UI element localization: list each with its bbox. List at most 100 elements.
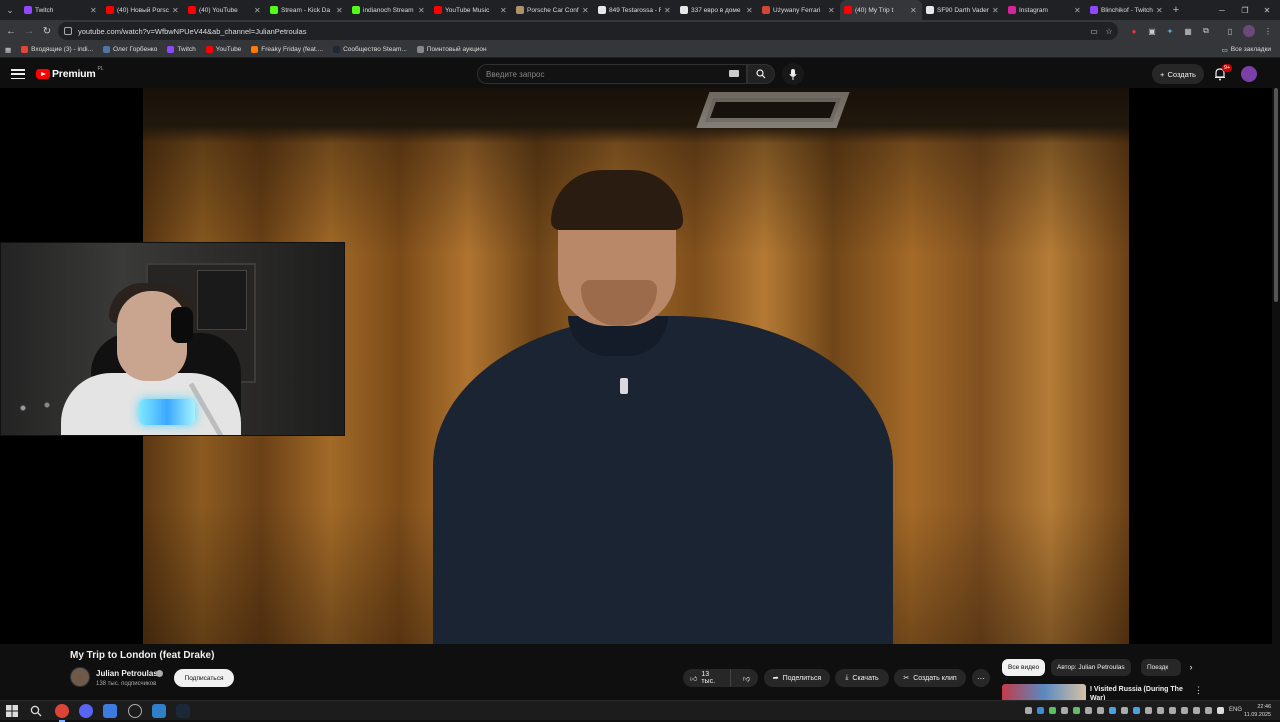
account-avatar[interactable] [1241, 66, 1257, 82]
new-tab-button[interactable]: + [1168, 0, 1184, 20]
tray-icon-11[interactable] [1145, 707, 1152, 714]
bookmark-item[interactable]: Входящие (3) - indi... [16, 46, 98, 53]
language-indicator[interactable]: ENG [1229, 707, 1242, 713]
maximize-icon[interactable]: ❐ [1234, 0, 1256, 20]
site-info-icon[interactable] [64, 27, 72, 35]
tray-icon-14[interactable] [1181, 707, 1188, 714]
tray-icon-9[interactable] [1121, 707, 1128, 714]
more-actions-icon[interactable]: ⋯ [972, 669, 990, 687]
keyboard-icon[interactable] [729, 70, 739, 77]
chip-all-videos[interactable]: Все видео [1002, 659, 1046, 676]
bookmark-item[interactable]: Freaky Friday (feat.... [246, 46, 328, 53]
voice-search-button[interactable] [782, 63, 804, 85]
discord-taskbar-icon[interactable] [79, 704, 93, 718]
create-clip-button[interactable]: ✂ Создать клип [894, 669, 966, 687]
photos-taskbar-icon[interactable] [152, 704, 166, 718]
tab-close-icon[interactable]: ✕ [992, 6, 1000, 15]
subscribe-button[interactable]: Подписаться [174, 669, 234, 687]
cast-icon[interactable]: ▭ [1088, 25, 1100, 37]
tab-close-icon[interactable]: ✕ [418, 6, 426, 15]
chip-from-author[interactable]: Автор: Julian Petroulas [1051, 659, 1131, 676]
tray-icon-8[interactable] [1109, 707, 1116, 714]
mic-tray-icon[interactable] [1217, 707, 1224, 714]
tab-close-icon[interactable]: ✕ [746, 6, 754, 15]
app-taskbar-icon[interactable] [103, 704, 117, 718]
browser-tab[interactable]: Porsche Car Confi ✕ [512, 0, 594, 20]
reload-icon[interactable]: ↻ [38, 22, 56, 40]
download-button[interactable]: ⤓ Скачать [835, 669, 889, 687]
windows-start-icon[interactable] [6, 704, 20, 718]
system-clock[interactable]: 22:46 11.09.2025 [1244, 703, 1271, 719]
bookmark-star-icon[interactable]: ☆ [1103, 25, 1115, 37]
search-input[interactable]: Введите запрос [477, 64, 747, 84]
browser-menu-icon[interactable]: ⋮ [1262, 25, 1274, 37]
tab-close-icon[interactable]: ✕ [336, 6, 344, 15]
like-button[interactable]: 👍︎ 13 тыс. [683, 669, 731, 687]
apps-grid-icon[interactable]: ▦ [0, 46, 16, 54]
tray-icon-2[interactable] [1037, 707, 1044, 714]
search-button[interactable] [747, 64, 775, 84]
browser-tab[interactable]: (40) My Trip t ✕ [840, 0, 922, 20]
extension-blue-icon[interactable]: ✦ [1164, 25, 1176, 37]
tray-icon-7[interactable] [1097, 707, 1104, 714]
profile-avatar-icon[interactable] [1243, 25, 1255, 37]
tab-close-icon[interactable]: ✕ [828, 6, 836, 15]
browser-tab[interactable]: (40) Новый Porsche✕ [102, 0, 184, 20]
volume-icon[interactable] [1205, 707, 1212, 714]
extension-red-icon[interactable]: ● [1128, 25, 1140, 37]
tray-icon-5[interactable] [1073, 707, 1080, 714]
browser-tab[interactable]: YouTube Music ✕ [430, 0, 512, 20]
chrome-taskbar-icon[interactable] [55, 704, 69, 722]
chevron-right-icon[interactable]: › [1184, 660, 1198, 674]
tab-close-icon[interactable]: ✕ [172, 6, 180, 15]
forward-icon[interactable]: → [20, 22, 38, 40]
page-scrollbar[interactable] [1272, 88, 1280, 700]
browser-tab[interactable]: indianoch Stream ✕ [348, 0, 430, 20]
browser-tab[interactable]: 337 евро в доме ✕ [676, 0, 758, 20]
tab-close-icon[interactable]: ✕ [1156, 6, 1164, 15]
network-icon[interactable] [1193, 707, 1200, 714]
tray-icon-10[interactable] [1133, 707, 1140, 714]
browser-tab[interactable]: Instagram ✕ [1004, 0, 1086, 20]
channel-avatar[interactable] [70, 667, 90, 687]
bookmark-item[interactable]: Twitch [162, 46, 200, 53]
tab-close-icon[interactable]: ✕ [254, 6, 262, 15]
tray-icon-1[interactable] [1025, 707, 1032, 714]
all-bookmarks[interactable]: ▭ Все закладки [1217, 46, 1276, 54]
chip-trips[interactable]: Поездк [1141, 659, 1181, 676]
obs-taskbar-icon[interactable] [128, 704, 142, 718]
bookmark-item[interactable]: Поинтовый аукцион [412, 46, 492, 53]
tray-icon-13[interactable] [1169, 707, 1176, 714]
browser-tab[interactable]: 849 Testarossa - F ✕ [594, 0, 676, 20]
tab-close-icon[interactable]: ✕ [664, 6, 672, 15]
channel-name[interactable]: Julian Petroulas [96, 669, 158, 678]
tray-icon-3[interactable] [1049, 707, 1056, 714]
bookmark-item[interactable]: Олег Горбенко [98, 46, 162, 53]
share-button[interactable]: ➦ Поделиться [764, 669, 830, 687]
minimize-icon[interactable]: ─ [1211, 0, 1233, 20]
browser-tab[interactable]: (40) YouTube ✕ [184, 0, 266, 20]
scrollbar-thumb[interactable] [1274, 88, 1278, 302]
extensions-puzzle-icon[interactable]: ⧉ [1200, 25, 1212, 37]
taskbar-search-icon[interactable] [30, 704, 44, 718]
extension-grid-icon[interactable]: ▦ [1182, 25, 1194, 37]
browser-tab[interactable]: Używany Ferrari ✕ [758, 0, 840, 20]
steam-taskbar-icon[interactable] [176, 704, 190, 718]
extension-icon[interactable]: ▣ [1146, 25, 1158, 37]
youtube-premium-logo[interactable]: Premium PL [36, 66, 104, 80]
tray-icon-12[interactable] [1157, 707, 1164, 714]
hamburger-menu-icon[interactable] [10, 67, 26, 81]
browser-tab[interactable]: SF90 Darth Vader ✕ [922, 0, 1004, 20]
address-bar[interactable]: youtube.com/watch?v=WfbwNPUeV44&ab_chann… [58, 22, 1118, 40]
tray-icon-6[interactable] [1085, 707, 1092, 714]
related-more-icon[interactable]: ⋮ [1194, 685, 1203, 696]
tab-search-icon[interactable]: ⌄ [0, 0, 20, 20]
bookmark-item[interactable]: Сообщество Steam... [328, 46, 412, 53]
tab-close-icon[interactable]: ✕ [910, 6, 918, 15]
browser-tab[interactable]: Stream - Kick Da ✕ [266, 0, 348, 20]
tab-close-icon[interactable]: ✕ [582, 6, 590, 15]
tab-close-icon[interactable]: ✕ [1074, 6, 1082, 15]
tray-icon-4[interactable] [1061, 707, 1068, 714]
browser-tab[interactable]: Blinchikof - Twitch ✕ [1086, 0, 1168, 20]
bookmark-item[interactable]: YouTube [201, 46, 247, 53]
